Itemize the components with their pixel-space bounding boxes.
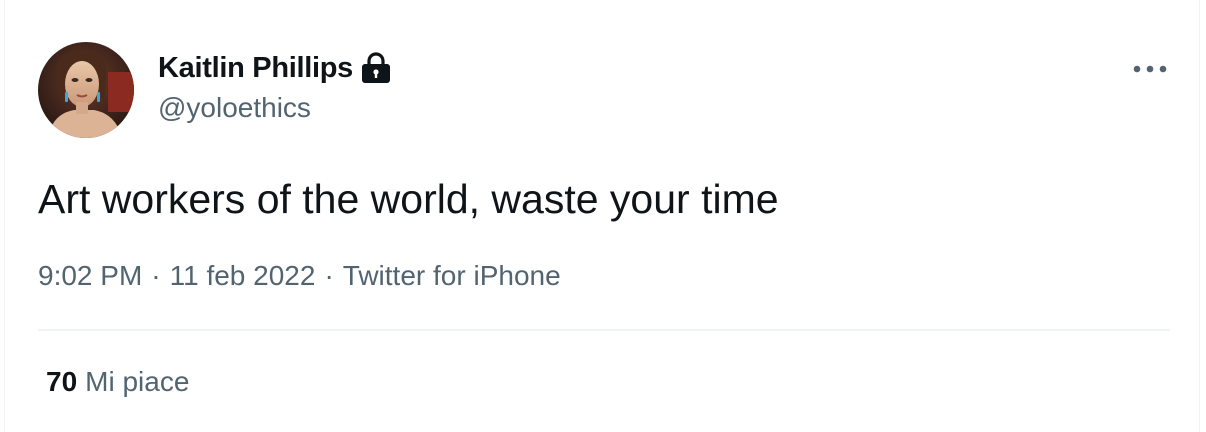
meta-separator: ·: [151, 260, 161, 291]
tweet-meta: 9:02 PM · 11 feb 2022 · Twitter for iPho…: [38, 260, 561, 292]
tweet-text: Art workers of the world, waste your tim…: [38, 176, 779, 222]
lock-icon: [360, 51, 392, 85]
tweet-source[interactable]: Twitter for iPhone: [343, 260, 561, 292]
avatar-portrait-icon: [38, 42, 134, 138]
tweet-date[interactable]: 11 feb 2022: [170, 260, 316, 292]
likes-label: Mi piace: [85, 366, 190, 397]
meta-separator: ·: [324, 260, 334, 291]
author-name[interactable]: Kaitlin Phillips: [158, 52, 353, 85]
avatar[interactable]: [38, 42, 134, 138]
author-name-row[interactable]: Kaitlin Phillips: [158, 50, 392, 86]
more-options-button[interactable]: [1129, 55, 1171, 83]
likes-stat[interactable]: 70 Mi piace: [46, 366, 189, 398]
more-horizontal-icon: [1133, 65, 1167, 73]
likes-count: 70: [46, 366, 78, 397]
tweet-card: Kaitlin Phillips @yoloethics Art workers…: [4, 0, 1200, 432]
divider: [38, 329, 1170, 331]
author-handle[interactable]: @yoloethics: [158, 92, 311, 124]
tweet-time[interactable]: 9:02 PM: [38, 260, 142, 292]
